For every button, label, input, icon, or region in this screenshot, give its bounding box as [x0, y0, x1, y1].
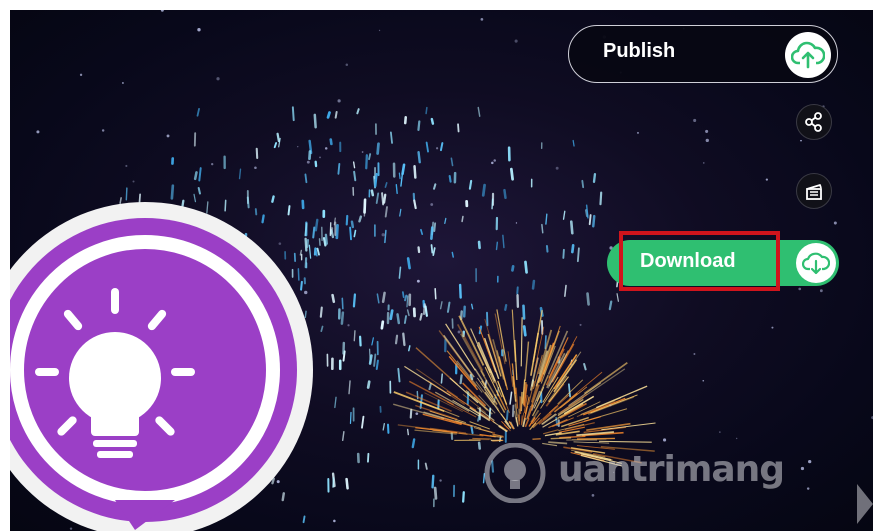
cloud-download-icon: [802, 252, 830, 275]
clapperboard-icon: [806, 184, 822, 200]
publish-label: Publish: [603, 40, 676, 62]
watermark-bulb-icon: [484, 442, 546, 504]
publish-icon-button[interactable]: [785, 32, 831, 78]
share-button[interactable]: [796, 104, 832, 140]
download-highlight-box: [619, 231, 780, 291]
watermark: uantrimang: [480, 442, 785, 504]
watermark-text: uantrimang: [558, 449, 785, 490]
publish-button[interactable]: Publish: [568, 25, 838, 83]
clapperboard-button[interactable]: [796, 173, 832, 209]
cloud-upload-icon: [791, 41, 825, 69]
lightbulb-logo-icon: [10, 202, 313, 531]
share-icon: [805, 112, 822, 132]
next-arrow-icon[interactable]: [853, 478, 873, 531]
download-icon-button[interactable]: [796, 243, 836, 283]
